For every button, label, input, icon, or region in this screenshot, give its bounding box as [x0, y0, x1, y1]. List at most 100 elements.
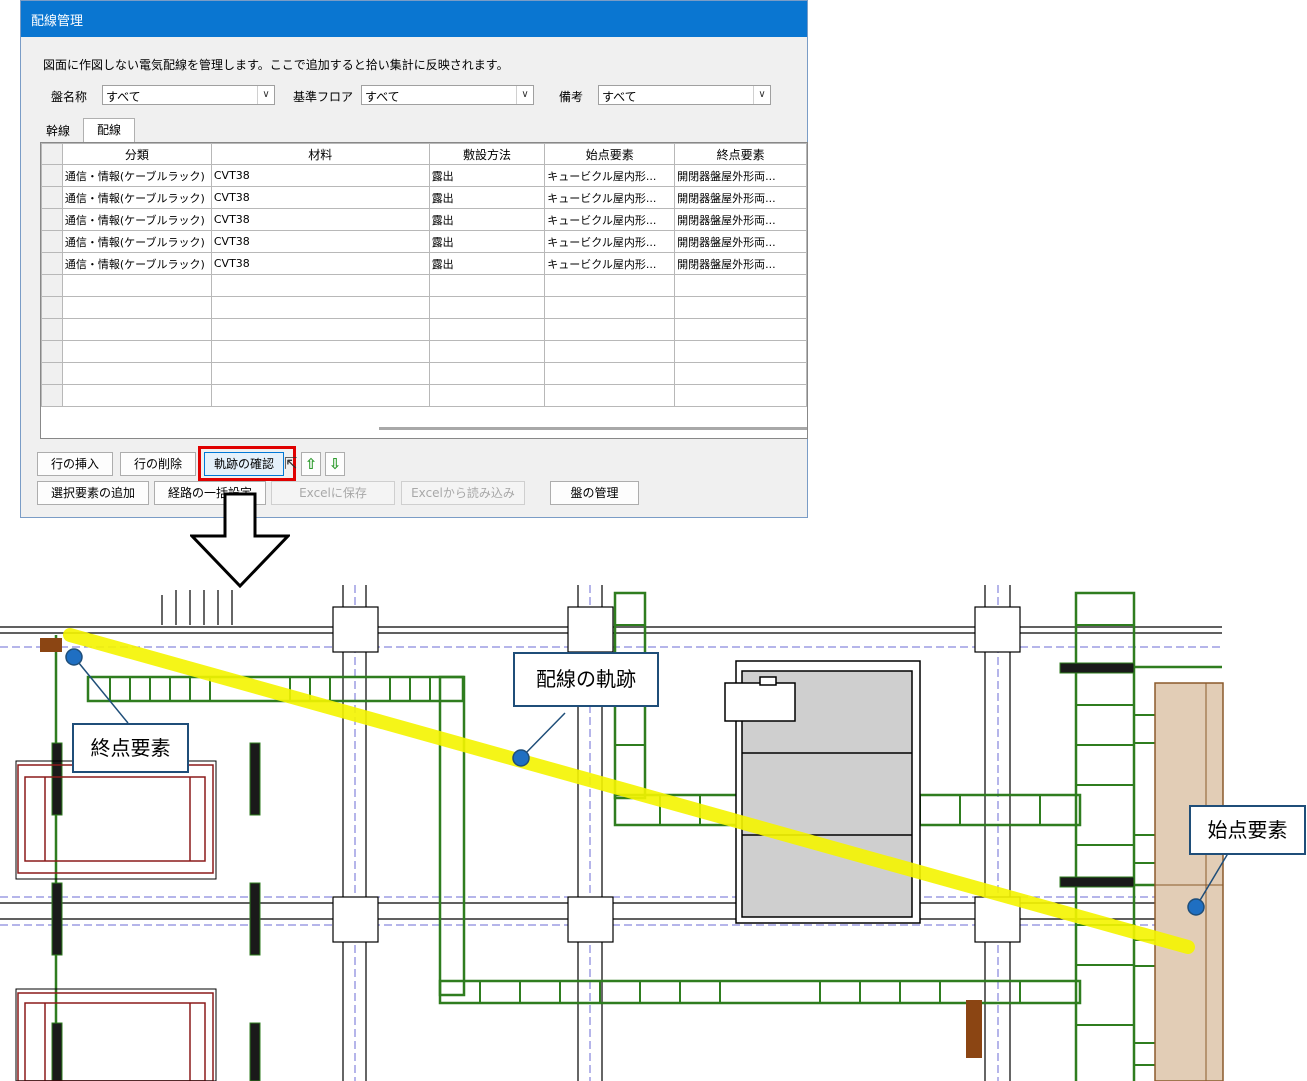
table-cell[interactable]: [544, 318, 676, 341]
table-cell[interactable]: CVT38: [210, 230, 430, 253]
table-cell[interactable]: キュービクル屋内形...: [544, 230, 676, 253]
table-cell[interactable]: [428, 296, 546, 319]
manage-panel-button[interactable]: 盤の管理: [550, 481, 639, 505]
move-up-button[interactable]: ⇧: [301, 452, 321, 476]
table-cell[interactable]: CVT38: [210, 164, 430, 187]
delete-row-button[interactable]: 行の削除: [120, 452, 196, 476]
table-cell[interactable]: 通信・情報(ケーブルラック): [61, 164, 212, 187]
table-cell[interactable]: [61, 296, 212, 319]
table-row[interactable]: 通信・情報(ケーブルラック) CVT38 露出 キュービクル屋内形... 開閉器…: [41, 230, 807, 253]
column-header[interactable]: 始点要素: [544, 143, 676, 165]
table-cell[interactable]: [674, 340, 807, 363]
table-cell[interactable]: [61, 318, 212, 341]
remarks-value: すべて: [602, 90, 637, 104]
column-header[interactable]: 終点要素: [674, 143, 807, 165]
table-cell[interactable]: [428, 384, 546, 407]
add-selected-elements-button[interactable]: 選択要素の追加: [37, 481, 149, 505]
chevron-down-icon: ∨: [753, 86, 770, 104]
table-cell[interactable]: 開閉器盤屋外形両...: [674, 230, 807, 253]
table-cell[interactable]: [428, 340, 546, 363]
table-cell[interactable]: キュービクル屋内形...: [544, 208, 676, 231]
table-cell[interactable]: 通信・情報(ケーブルラック): [61, 230, 212, 253]
row-header[interactable]: [41, 384, 63, 407]
table-cell[interactable]: [674, 296, 807, 319]
table-cell[interactable]: [61, 340, 212, 363]
table-cell[interactable]: [428, 362, 546, 385]
table-cell[interactable]: [428, 318, 546, 341]
table-cell[interactable]: 露出: [428, 230, 546, 253]
row-header[interactable]: [41, 230, 63, 253]
table-cell[interactable]: キュービクル屋内形...: [544, 164, 676, 187]
table-row[interactable]: [41, 340, 807, 363]
row-header[interactable]: [41, 340, 63, 363]
table-cell[interactable]: CVT38: [210, 208, 430, 231]
table-cell[interactable]: [210, 362, 430, 385]
column-header[interactable]: 敷設方法: [428, 143, 546, 165]
table-cell[interactable]: [674, 384, 807, 407]
table-cell[interactable]: [544, 340, 676, 363]
table-row[interactable]: 通信・情報(ケーブルラック) CVT38 露出 キュービクル屋内形... 開閉器…: [41, 208, 807, 231]
row-header[interactable]: [41, 296, 63, 319]
table-cell[interactable]: 露出: [428, 186, 546, 209]
base-floor-select[interactable]: すべて ∨: [361, 85, 534, 105]
table-cell[interactable]: 露出: [428, 208, 546, 231]
table-cell[interactable]: 開閉器盤屋外形両...: [674, 164, 807, 187]
table-row[interactable]: [41, 318, 807, 341]
table-cell[interactable]: [544, 296, 676, 319]
table-cell[interactable]: [210, 384, 430, 407]
table-cell[interactable]: 開閉器盤屋外形両...: [674, 252, 807, 275]
table-cell[interactable]: [674, 362, 807, 385]
check-path-button[interactable]: 軌跡の確認: [204, 452, 284, 476]
table-cell[interactable]: CVT38: [210, 252, 430, 275]
table-cell[interactable]: [210, 340, 430, 363]
insert-row-button[interactable]: 行の挿入: [37, 452, 113, 476]
table-cell[interactable]: 開閉器盤屋外形両...: [674, 208, 807, 231]
table-cell[interactable]: [210, 274, 430, 297]
remarks-select[interactable]: すべて ∨: [598, 85, 771, 105]
table-row[interactable]: [41, 384, 807, 407]
table-row[interactable]: 通信・情報(ケーブルラック) CVT38 露出 キュービクル屋内形... 開閉器…: [41, 164, 807, 187]
table-cell[interactable]: 露出: [428, 252, 546, 275]
tab-trunk-line[interactable]: 幹線: [39, 120, 77, 142]
table-cell[interactable]: 通信・情報(ケーブルラック): [61, 252, 212, 275]
table-row[interactable]: [41, 274, 807, 297]
row-header[interactable]: [41, 274, 63, 297]
table-row[interactable]: 通信・情報(ケーブルラック) CVT38 露出 キュービクル屋内形... 開閉器…: [41, 252, 807, 275]
tab-wiring[interactable]: 配線: [83, 118, 135, 143]
table-row[interactable]: [41, 362, 807, 385]
column-header[interactable]: 分類: [61, 143, 212, 165]
table-cell[interactable]: [674, 318, 807, 341]
move-down-button[interactable]: ⇩: [325, 452, 345, 476]
table-cell[interactable]: [544, 362, 676, 385]
table-cell[interactable]: [544, 274, 676, 297]
table-cell[interactable]: [61, 384, 212, 407]
table-cell[interactable]: [61, 274, 212, 297]
table-cell[interactable]: 開閉器盤屋外形両...: [674, 186, 807, 209]
row-header[interactable]: [41, 208, 63, 231]
table-cell[interactable]: CVT38: [210, 186, 430, 209]
wiring-table: 分類 材料 敷設方法 始点要素 終点要素 通信・情報(ケーブルラック) CVT3…: [40, 142, 808, 439]
table-cell[interactable]: [210, 296, 430, 319]
panel-name-select[interactable]: すべて ∨: [102, 85, 275, 105]
row-header[interactable]: [41, 252, 63, 275]
row-header[interactable]: [41, 186, 63, 209]
table-cell[interactable]: [428, 274, 546, 297]
table-row[interactable]: [41, 296, 807, 319]
down-arrow-icon: [190, 492, 290, 588]
load-excel-button[interactable]: Excelから読み込み: [401, 481, 525, 505]
table-cell[interactable]: [61, 362, 212, 385]
table-cell[interactable]: 通信・情報(ケーブルラック): [61, 186, 212, 209]
table-cell[interactable]: 露出: [428, 164, 546, 187]
row-header[interactable]: [41, 164, 63, 187]
table-cell[interactable]: 通信・情報(ケーブルラック): [61, 208, 212, 231]
table-cell[interactable]: キュービクル屋内形...: [544, 186, 676, 209]
table-cell[interactable]: [544, 384, 676, 407]
table-cell[interactable]: [674, 274, 807, 297]
column-header[interactable]: 材料: [210, 143, 430, 165]
table-cell[interactable]: キュービクル屋内形...: [544, 252, 676, 275]
table-row[interactable]: 通信・情報(ケーブルラック) CVT38 露出 キュービクル屋内形... 開閉器…: [41, 186, 807, 209]
horizontal-scrollbar[interactable]: [379, 427, 807, 430]
table-cell[interactable]: [210, 318, 430, 341]
row-header[interactable]: [41, 318, 63, 341]
row-header[interactable]: [41, 362, 63, 385]
